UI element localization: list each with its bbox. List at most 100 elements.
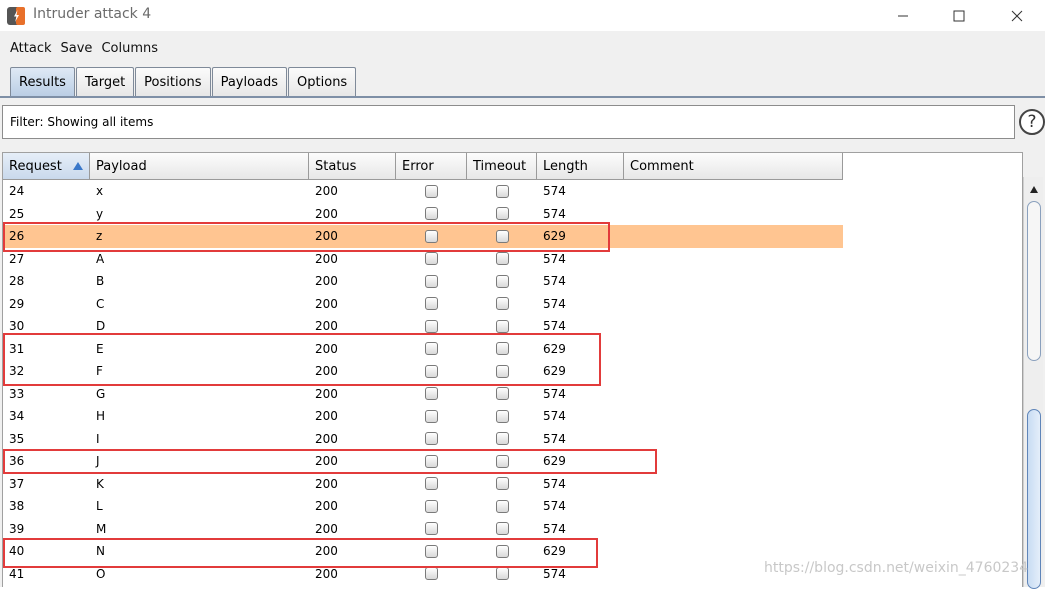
checkbox[interactable] xyxy=(425,432,438,446)
cell-comment xyxy=(624,180,843,203)
table-row[interactable]: 41 O 200 574 xyxy=(3,563,843,586)
checkbox[interactable] xyxy=(425,409,438,423)
checkbox[interactable] xyxy=(425,297,438,311)
menu-attack[interactable]: Attack xyxy=(10,41,52,56)
checkbox[interactable] xyxy=(495,184,509,198)
table-row[interactable]: 32 F 200 629 xyxy=(3,360,843,383)
checkbox[interactable] xyxy=(425,477,438,491)
checkbox[interactable] xyxy=(425,319,438,333)
checkbox[interactable] xyxy=(495,319,509,333)
column-header-comment[interactable]: Comment xyxy=(624,153,843,180)
table-row[interactable]: 36 J 200 629 xyxy=(3,450,843,473)
checkbox[interactable] xyxy=(495,274,509,288)
cell-length: 574 xyxy=(543,184,566,199)
cell-comment xyxy=(624,518,843,541)
checkbox[interactable] xyxy=(495,432,509,446)
column-header-payload[interactable]: Payload xyxy=(90,153,309,180)
tab-payloads[interactable]: Payloads xyxy=(211,67,288,97)
close-icon xyxy=(1011,10,1023,21)
cell-payload: K xyxy=(96,476,104,491)
minimize-button[interactable] xyxy=(880,0,926,31)
column-header-timeout[interactable]: Timeout xyxy=(467,153,537,180)
cell-error xyxy=(396,405,467,428)
table-row[interactable]: 31 E 200 629 xyxy=(3,338,843,361)
cell-timeout xyxy=(467,315,537,338)
checkbox[interactable] xyxy=(425,387,438,401)
checkbox[interactable] xyxy=(495,252,509,266)
table-row[interactable]: 27 A 200 574 xyxy=(3,248,843,271)
checkbox[interactable] xyxy=(425,252,438,266)
table-row[interactable]: 34 H 200 574 xyxy=(3,405,843,428)
table-row[interactable]: 25 y 200 574 xyxy=(3,203,843,226)
close-button[interactable] xyxy=(994,0,1040,31)
checkbox[interactable] xyxy=(425,364,438,378)
maximize-button[interactable] xyxy=(936,0,982,31)
checkbox[interactable] xyxy=(495,499,509,513)
cell-comment xyxy=(624,270,843,293)
cell-request: 35 xyxy=(9,431,25,446)
checkbox[interactable] xyxy=(495,409,509,423)
table-row[interactable]: 29 C 200 574 xyxy=(3,293,843,316)
checkbox[interactable] xyxy=(495,297,509,311)
column-header-length[interactable]: Length xyxy=(537,153,624,180)
cell-payload: A xyxy=(96,251,105,266)
checkbox[interactable] xyxy=(495,522,509,536)
checkbox[interactable] xyxy=(495,207,509,221)
filter-bar[interactable]: Filter: Showing all items xyxy=(2,105,1015,139)
cell-payload: y xyxy=(96,206,104,221)
tab-options[interactable]: Options xyxy=(288,67,357,97)
checkbox[interactable] xyxy=(495,364,509,378)
table-row[interactable]: 37 K 200 574 xyxy=(3,473,843,496)
window-title: Intruder attack 4 xyxy=(33,6,152,22)
burp-logo-icon xyxy=(7,7,25,25)
checkbox[interactable] xyxy=(425,544,438,558)
checkbox[interactable] xyxy=(495,229,509,243)
cell-error xyxy=(396,518,467,541)
checkbox[interactable] xyxy=(425,342,438,356)
table-row[interactable]: 39 M 200 574 xyxy=(3,518,843,541)
checkbox[interactable] xyxy=(425,184,438,198)
cell-status: 200 xyxy=(315,319,338,334)
cell-error xyxy=(396,473,467,496)
checkbox[interactable] xyxy=(425,207,438,221)
tab-target[interactable]: Target xyxy=(75,67,135,97)
tab-positions[interactable]: Positions xyxy=(135,67,211,97)
checkbox[interactable] xyxy=(495,342,509,356)
column-header-error[interactable]: Error xyxy=(396,153,467,180)
vertical-scrollbar[interactable] xyxy=(1023,177,1043,589)
column-header-status[interactable]: Status xyxy=(309,153,396,180)
scroll-up-button[interactable] xyxy=(1024,179,1043,199)
table-row[interactable]: 40 N 200 629 xyxy=(3,540,843,563)
table-row[interactable]: 38 L 200 574 xyxy=(3,495,843,518)
table-row[interactable]: 35 I 200 574 xyxy=(3,428,843,451)
table-row[interactable]: 24 x 200 574 xyxy=(3,180,843,203)
checkbox[interactable] xyxy=(425,229,438,243)
checkbox[interactable] xyxy=(495,477,509,491)
checkbox[interactable] xyxy=(495,387,509,401)
minimize-icon xyxy=(898,15,908,16)
menu-save[interactable]: Save xyxy=(61,41,93,56)
cell-length: 629 xyxy=(543,364,566,379)
checkbox[interactable] xyxy=(425,567,438,581)
checkbox[interactable] xyxy=(425,274,438,288)
cell-request: 34 xyxy=(9,409,25,424)
table-row[interactable]: 28 B 200 574 xyxy=(3,270,843,293)
table-row[interactable]: 30 D 200 574 xyxy=(3,315,843,338)
cell-error xyxy=(396,428,467,451)
cell-timeout xyxy=(467,270,537,293)
menu-columns[interactable]: Columns xyxy=(101,41,158,56)
tab-results[interactable]: Results xyxy=(10,67,75,97)
cell-status: 200 xyxy=(315,566,338,581)
scroll-thumb[interactable] xyxy=(1027,409,1041,589)
column-header-request[interactable]: Request xyxy=(3,153,90,180)
checkbox[interactable] xyxy=(425,522,438,536)
checkbox[interactable] xyxy=(425,499,438,513)
cell-error xyxy=(396,293,467,316)
checkbox[interactable] xyxy=(495,454,509,468)
table-row[interactable]: 33 G 200 574 xyxy=(3,383,843,406)
checkbox[interactable] xyxy=(495,567,509,581)
help-icon[interactable]: ? xyxy=(1019,109,1045,135)
checkbox[interactable] xyxy=(425,454,438,468)
table-row[interactable]: 26 z 200 629 xyxy=(3,225,843,248)
checkbox[interactable] xyxy=(495,544,509,558)
